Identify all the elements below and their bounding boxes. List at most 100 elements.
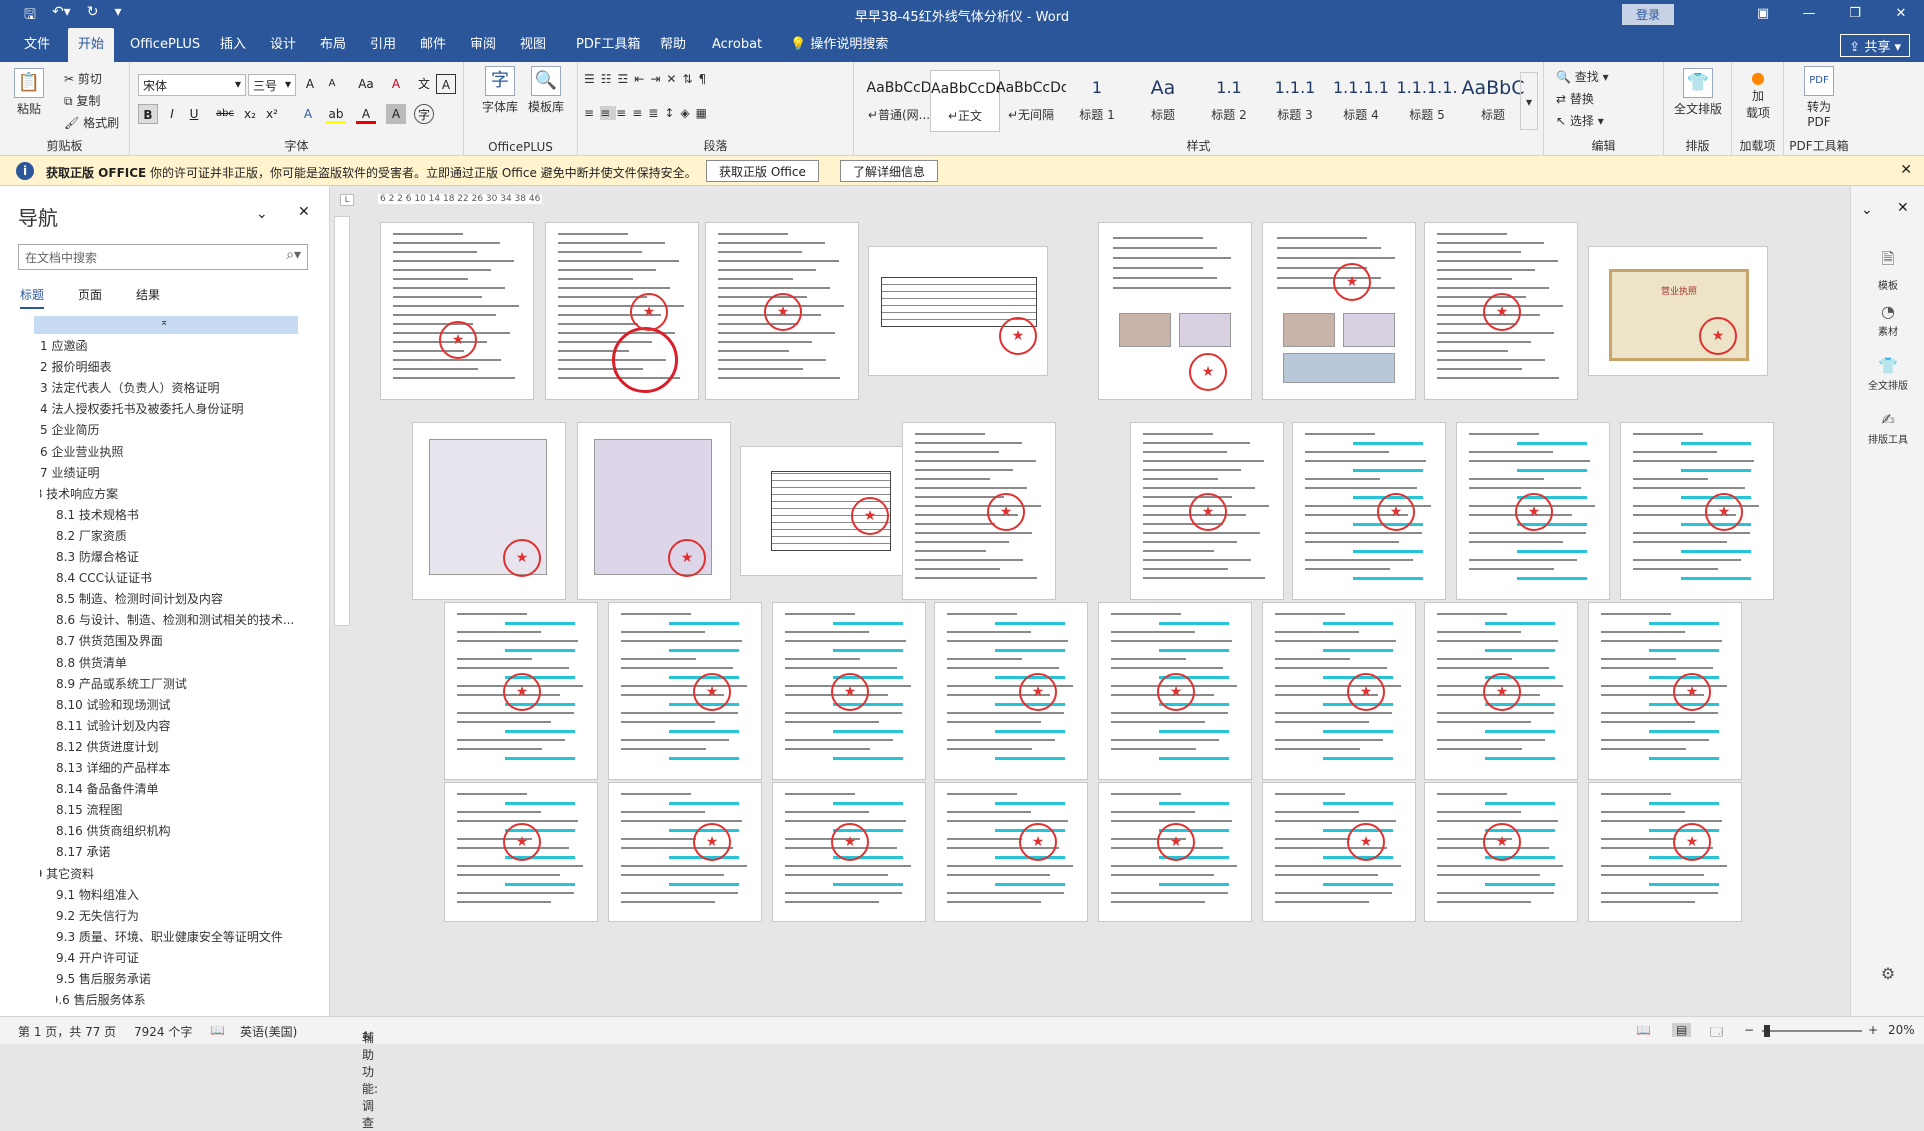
document-canvas[interactable]: L 6 2 2 6 10 14 18 22 26 30 34 38 46 ★ ★ ★…: [330, 186, 1850, 1016]
zoom-in-icon[interactable]: +: [1868, 1023, 1878, 1037]
chevron-down-icon[interactable]: ⌄: [256, 206, 268, 222]
page-thumbnail[interactable]: ★: [934, 782, 1088, 922]
page-thumbnail[interactable]: ★: [1424, 602, 1578, 780]
nav-heading-item[interactable]: 8.6 与设计、制造、检测和测试相关的技术...: [56, 610, 294, 630]
style-item[interactable]: AaBbCcD ↵普通(网...: [864, 70, 934, 132]
font-size-select[interactable]: 三号 ▾: [248, 74, 296, 96]
page-thumbnail[interactable]: ★: [1130, 422, 1284, 600]
text-effects-icon[interactable]: A: [298, 104, 318, 124]
tab-review[interactable]: 审阅: [460, 28, 506, 62]
share-button[interactable]: ⇪ 共享 ▾: [1840, 34, 1910, 57]
zoom-level[interactable]: 20%: [1888, 1023, 1915, 1037]
page-thumbnail[interactable]: ★: [444, 602, 598, 780]
page-thumbnail[interactable]: ★: [1588, 602, 1742, 780]
tell-me-search[interactable]: 💡 操作说明搜索: [780, 28, 898, 62]
maximize-icon[interactable]: ❐: [1832, 0, 1878, 28]
tab-mailings[interactable]: 邮件: [410, 28, 456, 62]
tab-file[interactable]: 文件: [14, 28, 60, 62]
login-button[interactable]: 登录: [1621, 4, 1674, 25]
find-button[interactable]: 🔍 查找 ▾: [1556, 68, 1609, 85]
nav-heading-item[interactable]: 8.14 备品备件清单: [56, 779, 159, 799]
nav-heading-item[interactable]: 8.2 厂家资质: [56, 526, 127, 546]
enclose-char-icon[interactable]: 字: [414, 104, 434, 124]
tab-view[interactable]: 视图: [510, 28, 556, 62]
close-icon[interactable]: ✕: [1878, 0, 1924, 28]
style-item[interactable]: AaBbCcDd ↵正文: [930, 70, 1000, 132]
style-item[interactable]: AaBbCcDd ↵无间隔: [996, 70, 1066, 132]
nav-heading-item[interactable]: 8.17 承诺: [56, 842, 111, 862]
subscript-button[interactable]: x₂: [240, 104, 260, 124]
proofing-icon[interactable]: 📖: [210, 1023, 225, 1037]
nav-tab-pages[interactable]: 页面: [78, 286, 102, 309]
page-thumbnail[interactable]: ★: [577, 422, 731, 600]
tab-help[interactable]: 帮助: [650, 28, 696, 62]
close-icon[interactable]: ✕: [1900, 162, 1912, 178]
nav-heading-item[interactable]: ◢ 9 其它资料: [40, 864, 94, 884]
paste-button[interactable]: 📋 粘贴: [14, 68, 44, 117]
page-thumbnail[interactable]: ★: [1424, 782, 1578, 922]
zoom-out-icon[interactable]: −: [1744, 1023, 1754, 1037]
nav-heading-item[interactable]: 8.10 试验和现场测试: [56, 695, 171, 715]
cut-button[interactable]: ✂ 剪切: [64, 70, 102, 87]
vertical-ruler[interactable]: [334, 216, 350, 626]
language-indicator[interactable]: 英语(美国): [240, 1023, 297, 1040]
close-icon[interactable]: ✕: [1897, 200, 1909, 216]
nav-heading-item[interactable]: 9.4 开户许可证: [56, 948, 139, 968]
list-buttons-row[interactable]: ☰☷☲⇤⇥✕⇅¶: [584, 72, 712, 86]
clear-format-icon[interactable]: A: [386, 74, 406, 94]
nav-heading-item[interactable]: 9.3 质量、环境、职业健康安全等证明文件: [56, 927, 283, 947]
page-thumbnail[interactable]: ★: [772, 782, 926, 922]
page-thumbnail[interactable]: ★: [545, 222, 699, 400]
style-item[interactable]: 1.1.1 标题 3: [1260, 70, 1330, 132]
font-library-button[interactable]: 字字体库: [482, 66, 518, 115]
nav-heading-item[interactable]: 8.7 供货范围及界面: [56, 631, 163, 651]
style-item[interactable]: AaBbC 标题: [1458, 70, 1528, 132]
phonetic-guide-icon[interactable]: 文: [414, 74, 434, 94]
tab-pdf[interactable]: PDF工具箱: [566, 28, 650, 62]
settings-button[interactable]: ⚙: [1851, 964, 1924, 985]
page-thumbnail[interactable]: ★: [608, 602, 762, 780]
nav-heading-item[interactable]: 8.13 详细的产品样本: [56, 758, 171, 778]
change-case-icon[interactable]: Aa: [352, 74, 380, 94]
nav-heading-item[interactable]: 8.9 产品或系统工厂测试: [56, 674, 187, 694]
replace-button[interactable]: ⇄ 替换: [1556, 90, 1594, 107]
nav-heading-item[interactable]: 8.3 防爆合格证: [56, 547, 139, 567]
page-thumbnail[interactable]: ★: [412, 422, 566, 600]
nav-heading-item[interactable]: 7 业绩证明: [40, 463, 99, 483]
nav-heading-item[interactable]: 9.1 物料组准入: [56, 885, 139, 905]
addins-button[interactable]: ● 加 载项: [1736, 68, 1780, 121]
nav-heading-item[interactable]: 9.5 售后服务承诺: [56, 969, 151, 989]
bold-button[interactable]: B: [138, 104, 158, 124]
page-thumbnail[interactable]: ★: [934, 602, 1088, 780]
template-panel-button[interactable]: 🗎 模板: [1851, 248, 1924, 292]
page-thumbnail[interactable]: ★: [1588, 782, 1742, 922]
layout-tools-panel-button[interactable]: ✍ 排版工具: [1851, 410, 1924, 446]
tab-selector-icon[interactable]: L: [340, 194, 354, 206]
close-icon[interactable]: ✕: [298, 204, 310, 220]
nav-heading-item[interactable]: 8.12 供货进度计划: [56, 737, 159, 757]
style-item[interactable]: 1.1.1.1. 标题 5: [1392, 70, 1462, 132]
page-thumbnail[interactable]: ★: [1424, 222, 1578, 400]
nav-heading-item[interactable]: 5 企业简历: [40, 420, 99, 440]
tab-home[interactable]: 开始: [68, 28, 115, 62]
horizontal-ruler[interactable]: L 6 2 2 6 10 14 18 22 26 30 34 38 46: [330, 186, 1850, 206]
select-button[interactable]: ↖ 选择 ▾: [1556, 112, 1604, 129]
nav-heading-item[interactable]: 8.4 CCC认证证书: [56, 568, 152, 588]
shrink-font-icon[interactable]: A: [322, 74, 342, 94]
nav-heading-item[interactable]: 8.1 技术规格书: [56, 505, 139, 525]
nav-heading-item[interactable]: ◢ 9.6 售后服务体系: [56, 990, 146, 1010]
page-thumbnail[interactable]: 营业执照 ★: [1588, 246, 1768, 376]
tab-references[interactable]: 引用: [360, 28, 406, 62]
minimize-icon[interactable]: —: [1786, 0, 1832, 28]
char-shading-icon[interactable]: A: [386, 104, 406, 124]
ribbon-display-icon[interactable]: ▣: [1740, 0, 1786, 28]
tab-design[interactable]: 设计: [260, 28, 306, 62]
nav-heading-item[interactable]: 2 报价明细表: [40, 357, 111, 377]
page-thumbnail[interactable]: ★: [1292, 422, 1446, 600]
style-item[interactable]: 1.1 标题 2: [1194, 70, 1264, 132]
superscript-button[interactable]: x²: [262, 104, 282, 124]
zoom-slider[interactable]: [1762, 1030, 1862, 1032]
print-layout-icon[interactable]: ▤: [1672, 1023, 1692, 1037]
nav-heading-item[interactable]: 4 法人授权委托书及被委托人身份证明: [40, 399, 243, 419]
page-thumbnail[interactable]: ★: [1262, 222, 1416, 400]
